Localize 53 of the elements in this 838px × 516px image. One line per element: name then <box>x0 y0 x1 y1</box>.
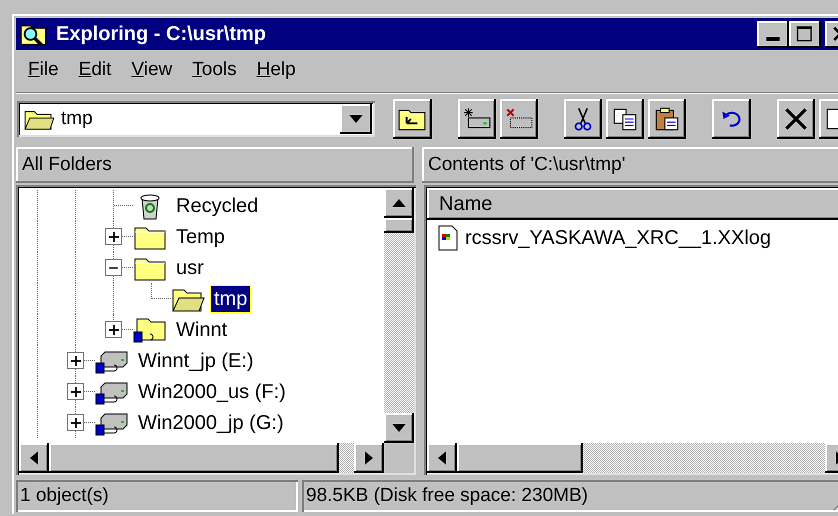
column-header[interactable]: Name <box>427 188 838 220</box>
tree-item[interactable]: Winnt_jp (E:) <box>135 348 257 374</box>
menu-item[interactable]: Help <box>248 57 304 83</box>
copy-button[interactable] <box>606 99 644 139</box>
expand-button[interactable] <box>67 352 84 369</box>
menu-item[interactable]: File <box>20 57 67 83</box>
tree-item[interactable]: Win2000_jp (G:) <box>135 410 287 436</box>
undo-button[interactable] <box>712 99 751 139</box>
horizontal-scrollbar[interactable] <box>427 443 838 473</box>
tree-item[interactable]: Winnt <box>173 316 230 342</box>
status-text: 98.5KB (Disk free space: 230MB) <box>302 480 838 512</box>
up-folder-button[interactable] <box>393 99 432 139</box>
tree-item[interactable]: usr <box>173 254 207 280</box>
file-name[interactable]: rcssrv_YASKAWA_XRC__1.XXlog <box>465 226 772 250</box>
scroll-thumb[interactable] <box>384 218 414 233</box>
pane-header: All Folders <box>16 147 414 183</box>
network-folder-icon <box>133 316 167 344</box>
disconnect-drive-button[interactable] <box>500 99 538 139</box>
scroll-left-icon[interactable] <box>19 443 49 473</box>
scrollbar-corner <box>384 443 414 473</box>
vertical-scrollbar[interactable] <box>384 188 414 443</box>
address-dropdown[interactable]: tmp <box>17 101 376 137</box>
scroll-track[interactable] <box>339 443 354 473</box>
scroll-down-icon[interactable] <box>384 413 414 443</box>
expand-button[interactable] <box>105 321 122 338</box>
delete-button[interactable] <box>776 99 815 139</box>
collapse-button[interactable] <box>105 259 122 276</box>
scroll-thumb[interactable] <box>457 443 583 473</box>
scroll-up-icon[interactable] <box>384 188 414 218</box>
tree-item[interactable]: Temp <box>173 224 228 250</box>
tree-item[interactable]: tmp <box>211 286 250 312</box>
file-icon <box>437 225 459 251</box>
map-drive-button[interactable] <box>458 99 496 139</box>
scroll-thumb[interactable] <box>49 443 339 473</box>
menu-item[interactable]: View <box>123 57 180 83</box>
minimize-icon <box>766 37 780 41</box>
paste-button[interactable] <box>648 99 686 139</box>
menu-item[interactable]: Edit <box>70 57 120 83</box>
window-title: Exploring - C:\usr\tmp <box>56 22 267 46</box>
expand-button[interactable] <box>105 228 122 245</box>
maximize-button[interactable] <box>789 20 821 48</box>
status-text: 1 object(s) <box>16 480 298 512</box>
expand-button[interactable] <box>67 414 84 431</box>
minimize-button[interactable] <box>757 20 789 48</box>
scroll-right-icon[interactable] <box>354 443 384 473</box>
menu-item[interactable]: Tools <box>184 57 245 83</box>
scroll-left-icon[interactable] <box>427 443 457 473</box>
pane-header: Contents of 'C:\usr\tmp' <box>422 147 838 183</box>
tree-item[interactable]: Recycled <box>173 192 262 218</box>
horizontal-scrollbar[interactable] <box>19 443 384 473</box>
expand-button[interactable] <box>67 383 84 400</box>
cut-button[interactable] <box>564 99 602 139</box>
tree-item[interactable]: Win2000_us (F:) <box>135 378 289 404</box>
